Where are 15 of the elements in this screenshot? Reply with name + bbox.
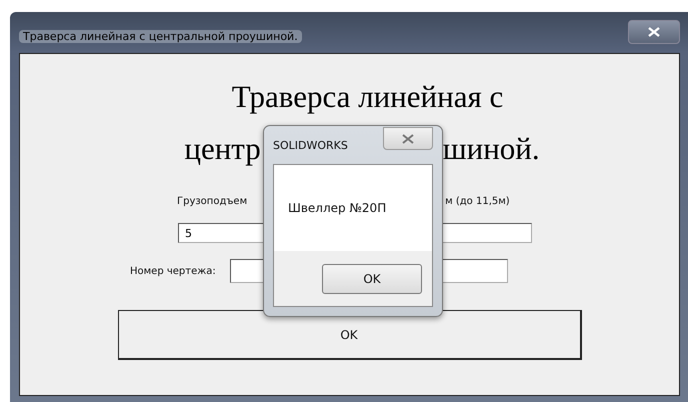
field-label: Номер чертежа: — [130, 266, 216, 276]
close-icon — [402, 134, 414, 144]
heading: центр — [184, 130, 261, 168]
close-button[interactable] — [383, 127, 433, 150]
ok-button[interactable]: OK — [118, 310, 582, 360]
heading: Траверса линейная с — [230, 78, 504, 116]
close-button[interactable] — [628, 20, 680, 44]
field-label: м (до 11,5м) — [445, 196, 510, 207]
heading: шиной. — [442, 130, 540, 168]
message-text: Швеллер №20П — [288, 201, 386, 215]
field-label: Грузоподъем — [177, 196, 248, 207]
window-title: Траверса линейная с центральной проушиной. — [19, 30, 302, 43]
close-icon — [648, 27, 660, 37]
dialog-title: SOLIDWORKS — [273, 139, 348, 152]
ok-button[interactable]: OK — [322, 264, 422, 294]
